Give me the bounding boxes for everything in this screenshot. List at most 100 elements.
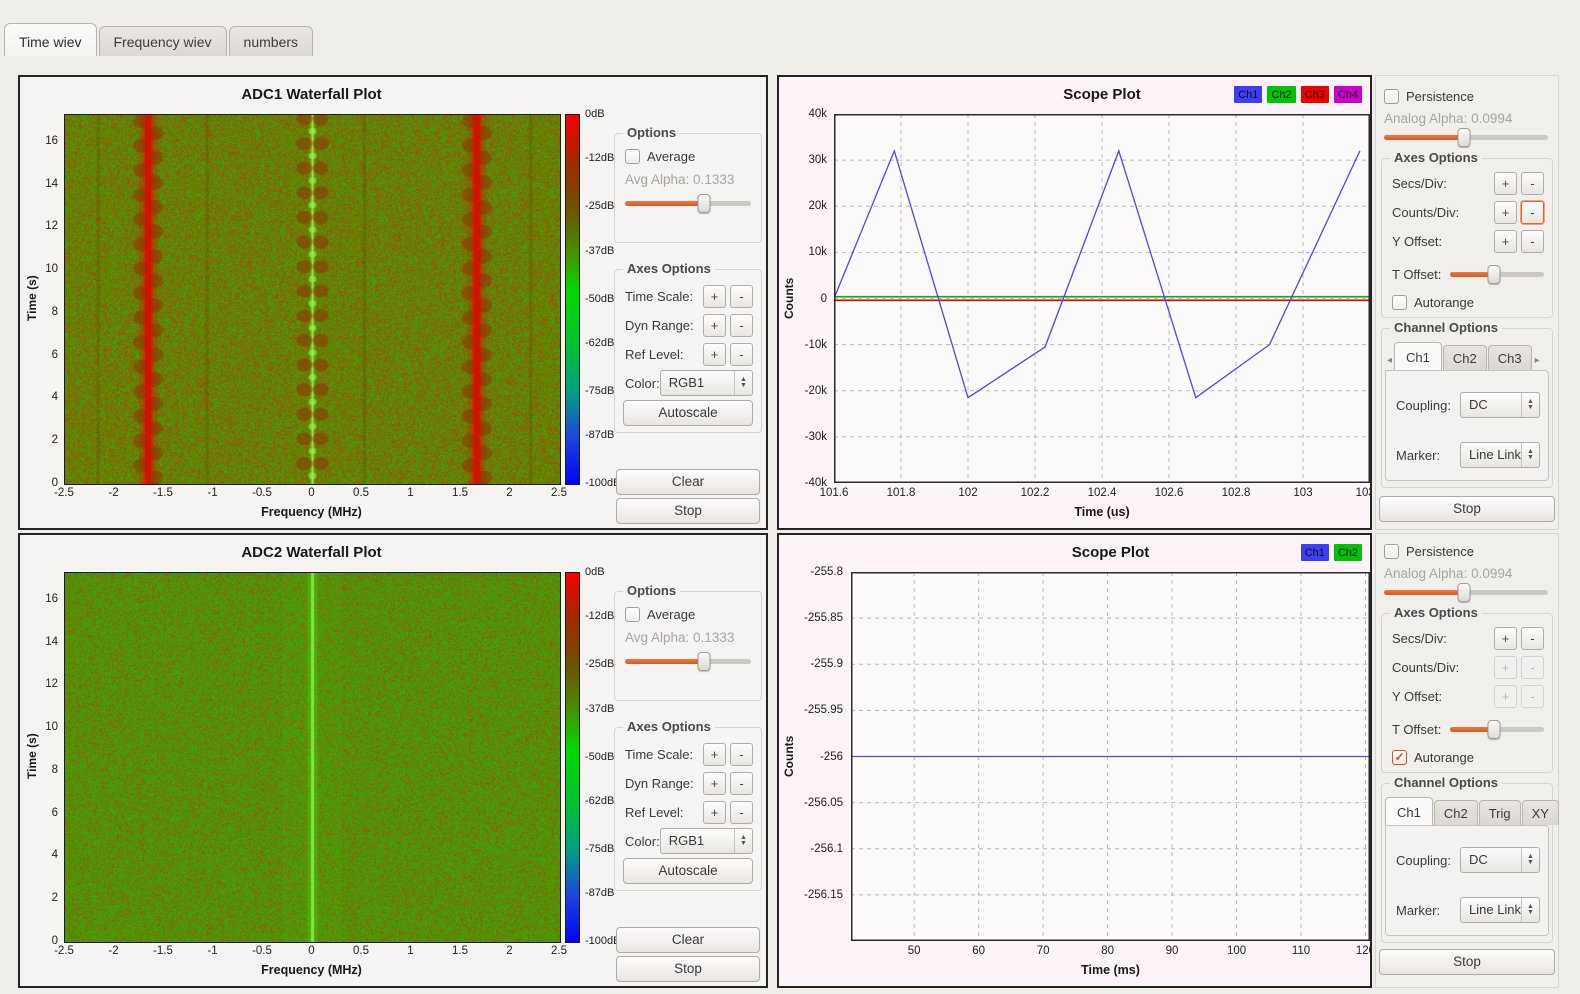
time-scale-plus-button[interactable]: + xyxy=(703,285,726,308)
channel-tab-trig[interactable]: Trig xyxy=(1479,800,1521,825)
autoscale-button[interactable]: Autoscale xyxy=(623,400,753,426)
t-offset-slider[interactable] xyxy=(1450,720,1544,739)
stop-button[interactable]: Stop xyxy=(616,498,760,524)
spin-down-icon[interactable]: ▼ xyxy=(1527,860,1534,866)
time-scale-minus-button[interactable]: - xyxy=(730,743,753,766)
adc1-waterfall-image[interactable] xyxy=(64,114,561,485)
counts-div-plus-button[interactable]: + xyxy=(1494,201,1517,224)
persistence-checkbox[interactable] xyxy=(1384,89,1399,104)
spin-arrows[interactable]: ▲▼ xyxy=(734,829,752,853)
coupling-spinbox[interactable]: DC ▲▼ xyxy=(1460,847,1540,873)
secs-div-minus-button[interactable]: - xyxy=(1521,172,1544,195)
channel-tab-ch1[interactable]: Ch1 xyxy=(1394,342,1442,370)
secs-div-plus-button[interactable]: + xyxy=(1494,172,1517,195)
counts-div-row: Counts/Div: + - xyxy=(1392,655,1544,679)
tabs-scroll-left-icon[interactable]: ◂ xyxy=(1385,355,1394,370)
secs-div-plus-button[interactable]: + xyxy=(1494,627,1517,650)
channel-tab-content: Coupling: DC ▲▼ Marker: Line Link ▲▼ xyxy=(1385,825,1549,936)
row-top: ADC1 Waterfall Plot Time (s) 02468101214… xyxy=(18,75,1562,530)
dyn-range-plus-button[interactable]: + xyxy=(703,314,726,337)
tabs-scroll-right-icon[interactable]: ▸ xyxy=(1533,355,1542,370)
spin-arrows[interactable]: ▲▼ xyxy=(734,371,752,395)
scope1-control-panel: Persistence Analog Alpha: 0.0994 Axes Op… xyxy=(1375,75,1559,530)
tab-frequency-view[interactable]: Frequency wiev xyxy=(99,26,227,56)
channel-tab-ch3[interactable]: Ch3 xyxy=(1488,345,1532,370)
avg-alpha-slider[interactable] xyxy=(625,194,751,213)
average-checkbox[interactable] xyxy=(625,149,640,164)
spin-down-icon[interactable]: ▼ xyxy=(1527,405,1534,411)
stop-button[interactable]: Stop xyxy=(616,956,760,982)
spin-down-icon[interactable]: ▼ xyxy=(1527,455,1534,461)
clear-button[interactable]: Clear xyxy=(616,927,760,953)
channel-tab-ch2[interactable]: Ch2 xyxy=(1434,800,1478,825)
autorange-checkbox[interactable]: ✓ xyxy=(1392,750,1407,765)
persistence-checkbox[interactable] xyxy=(1384,544,1399,559)
y-offset-minus-button[interactable]: - xyxy=(1521,230,1544,253)
analog-alpha-slider[interactable] xyxy=(1384,128,1548,147)
counts-div-label: Counts/Div: xyxy=(1392,205,1490,220)
ref-level-minus-button[interactable]: - xyxy=(730,801,753,824)
t-offset-slider[interactable] xyxy=(1450,265,1544,284)
scope1-stop-button[interactable]: Stop xyxy=(1379,496,1555,522)
coupling-spinbox[interactable]: DC ▲▼ xyxy=(1460,392,1540,418)
y-offset-plus-button[interactable]: + xyxy=(1494,230,1517,253)
autorange-checkbox[interactable] xyxy=(1392,295,1407,310)
average-checkbox[interactable] xyxy=(625,607,640,622)
color-spinbox[interactable]: RGB1 ▲▼ xyxy=(660,828,753,854)
slider-handle[interactable] xyxy=(1458,583,1471,602)
adc2-waterfall-image[interactable] xyxy=(64,572,561,943)
spin-arrows[interactable]: ▲▼ xyxy=(1521,443,1539,467)
spin-arrows[interactable]: ▲▼ xyxy=(1521,393,1539,417)
dyn-range-plus-button[interactable]: + xyxy=(703,772,726,795)
slider-handle[interactable] xyxy=(698,194,711,213)
dyn-range-minus-button[interactable]: - xyxy=(730,314,753,337)
spin-down-icon[interactable]: ▼ xyxy=(740,841,747,847)
counts-div-minus-button[interactable]: - xyxy=(1521,201,1544,224)
autorange-label: Autorange xyxy=(1414,750,1474,765)
spin-down-icon[interactable]: ▼ xyxy=(1527,910,1534,916)
slider-handle[interactable] xyxy=(1488,720,1501,739)
channel-tab-xy[interactable]: XY xyxy=(1522,800,1559,825)
tick-label: 12 xyxy=(45,678,58,690)
secs-div-minus-button[interactable]: - xyxy=(1521,627,1544,650)
spin-down-icon[interactable]: ▼ xyxy=(740,383,747,389)
coupling-row: Coupling: DC ▲▼ xyxy=(1396,393,1540,417)
dyn-range-label: Dyn Range: xyxy=(625,318,699,333)
channel-tab-ch2[interactable]: Ch2 xyxy=(1443,345,1487,370)
analog-alpha-slider[interactable] xyxy=(1384,583,1548,602)
time-scale-plus-button[interactable]: + xyxy=(703,743,726,766)
counts-div-label: Counts/Div: xyxy=(1392,660,1490,675)
clear-button[interactable]: Clear xyxy=(616,469,760,495)
dyn-range-minus-button[interactable]: - xyxy=(730,772,753,795)
marker-spinbox[interactable]: Line Link ▲▼ xyxy=(1460,442,1540,468)
scope2-plot[interactable] xyxy=(851,572,1370,941)
tick-label: 50 xyxy=(908,945,921,957)
marker-spinbox[interactable]: Line Link ▲▼ xyxy=(1460,897,1540,923)
tick-label: 2.5 xyxy=(551,487,567,499)
t-offset-row: T Offset: xyxy=(1392,717,1544,741)
slider-handle[interactable] xyxy=(1458,128,1471,147)
tick-label: 4 xyxy=(52,391,58,403)
spin-arrows[interactable]: ▲▼ xyxy=(1521,848,1539,872)
time-scale-row: Time Scale: + - xyxy=(625,742,753,766)
channel-tab-ch1[interactable]: Ch1 xyxy=(1385,797,1433,825)
slider-handle[interactable] xyxy=(698,652,711,671)
color-spinbox[interactable]: RGB1 ▲▼ xyxy=(660,370,753,396)
autoscale-button[interactable]: Autoscale xyxy=(623,858,753,884)
tick-label: -255.95 xyxy=(804,704,843,716)
ref-level-plus-button[interactable]: + xyxy=(703,801,726,824)
tab-numbers[interactable]: numbers xyxy=(229,26,313,56)
scope1-plot[interactable] xyxy=(834,114,1370,483)
scope2-stop-button[interactable]: Stop xyxy=(1379,949,1555,975)
slider-fill xyxy=(625,201,704,206)
ref-level-plus-button[interactable]: + xyxy=(703,343,726,366)
slider-handle[interactable] xyxy=(1488,265,1501,284)
scope1-xticks: 101.6101.8102102.2102.4102.6102.8103103.… xyxy=(834,485,1370,500)
tab-time-view[interactable]: Time wiev xyxy=(4,23,97,56)
ref-level-minus-button[interactable]: - xyxy=(730,343,753,366)
avg-alpha-slider[interactable] xyxy=(625,652,751,671)
scope-axes-options-group: Axes Options Secs/Div: + - Counts/Div: +… xyxy=(1381,613,1553,773)
time-scale-minus-button[interactable]: - xyxy=(730,285,753,308)
dyn-range-row: Dyn Range: + - xyxy=(625,771,753,795)
spin-arrows[interactable]: ▲▼ xyxy=(1521,898,1539,922)
